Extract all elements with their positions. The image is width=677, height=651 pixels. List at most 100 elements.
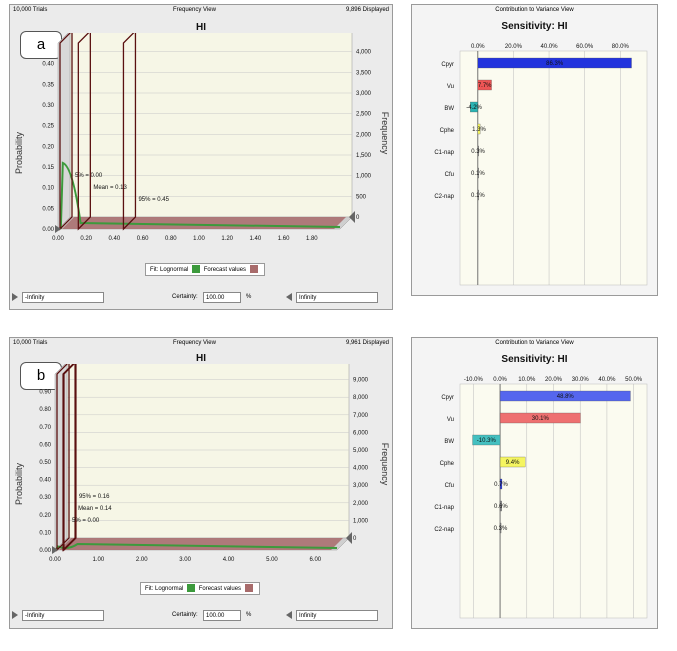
sens-category-label: Cphe — [440, 128, 455, 134]
sensitivity-chart-b: -10.0% 0.0% 10.0% 20.0% 30.0% 40.0% 50.0% Cpyr 4… — [434, 377, 648, 619]
legend-fit-label: Fit: Lognormal — [150, 267, 189, 273]
sens-value-label: 86.3% — [546, 61, 564, 67]
sens-x-tick-label: 40.0% — [598, 377, 616, 383]
y-tick-label: 0.50 — [39, 460, 51, 466]
y-tick-label: 0.00 — [39, 548, 51, 554]
certainty-input[interactable]: 100.00 — [203, 292, 241, 303]
sens-category-label: Vu — [447, 84, 454, 90]
sensitivity-header: Contribution to Variance View — [495, 7, 574, 13]
view-title: Frequency View — [173, 340, 216, 346]
y2-tick-label: 0 — [356, 215, 360, 221]
x-tick-label: 0.00 — [49, 557, 61, 563]
right-grabber-icon[interactable] — [286, 611, 292, 619]
percent-sign: % — [246, 612, 252, 618]
sens-value-label: -4.2% — [466, 105, 482, 111]
x-tick-label: 1.00 — [193, 236, 205, 242]
legend-fit-swatch — [192, 265, 201, 274]
y2-tick-label: 3,500 — [356, 70, 372, 76]
chart-legend: Fit: Lognormal Forecast values — [140, 582, 260, 595]
left-bound-input[interactable]: -Infinity — [22, 292, 104, 303]
sens-x-tick-label: 80.0% — [612, 44, 630, 50]
y2-tick-label: 1,500 — [356, 153, 372, 159]
y-tick-label: 0.15 — [42, 165, 54, 171]
x-tick-label: 0.60 — [137, 236, 149, 242]
y2-tick-label: 500 — [356, 194, 367, 200]
left-grabber-icon[interactable] — [12, 293, 18, 301]
percent-sign: % — [246, 294, 252, 300]
frequency-panel-a: 10,000 Trials Frequency View 9,896 Displ… — [9, 4, 393, 310]
sens-value-label: 1.3% — [472, 127, 486, 133]
sensitivity-chart-a: 0.0% 20.0% 40.0% 60.0% 80.0% Cpyr 86.3% Vu 7.7% B… — [434, 44, 648, 286]
frequency-chart-b: 0.00 0.10 0.20 0.30 0.40 0.50 0.60 0.70 0.80 0.90… — [14, 364, 390, 563]
sens-category-label: C2-nap — [434, 527, 454, 533]
sens-value-label: 0.7% — [494, 482, 508, 488]
sens-value-label: 0.3% — [471, 149, 485, 155]
y2-tick-label: 6,000 — [353, 430, 369, 436]
y-tick-label: 0.10 — [42, 186, 54, 192]
sensitivity-panel-a: Contribution to Variance View Sensitivit… — [411, 4, 658, 296]
y2-tick-label: 1,000 — [356, 174, 372, 180]
x-tick-label: 1.40 — [250, 236, 262, 242]
sens-category-label: C1-nap — [434, 150, 454, 156]
y-tick-label: 0.35 — [42, 82, 54, 88]
legend-forecast-swatch — [244, 584, 253, 593]
sens-value-label: 0.3% — [494, 526, 508, 532]
marker-label: 95% = 0.16 — [79, 494, 110, 500]
sensitivity-title: Sensitivity: HI — [501, 21, 568, 32]
y2-tick-label: 7,000 — [353, 413, 369, 419]
y-tick-label: 0.30 — [42, 103, 54, 109]
y-tick-label: 0.00 — [42, 227, 54, 233]
marker-label: Mean = 0.14 — [78, 506, 112, 512]
x-tick-label: 3.00 — [179, 557, 191, 563]
frequency-chart-a: 0.00 0.05 0.10 0.15 0.20 0.25 0.30 0.35 0.40 0 500… — [14, 33, 390, 242]
certainty-label: Certainty: — [172, 612, 198, 618]
sens-x-tick-label: 60.0% — [576, 44, 594, 50]
sens-x-tick-label: 20.0% — [545, 377, 563, 383]
left-grabber-icon[interactable] — [12, 611, 18, 619]
sens-x-tick-label: 40.0% — [541, 44, 559, 50]
y-axis-title: Probability — [14, 131, 24, 174]
legend-fit-swatch — [187, 584, 196, 593]
sens-value-label: 0.1% — [471, 171, 485, 177]
y2-tick-label: 4,000 — [353, 466, 369, 472]
y-tick-label: 0.10 — [39, 530, 51, 536]
y-tick-label: 0.25 — [42, 124, 54, 130]
right-grabber-icon[interactable] — [286, 293, 292, 301]
y2-tick-label: 3,000 — [356, 91, 372, 97]
y-tick-label: 0.60 — [39, 442, 51, 448]
marker-label: 5% = 0.00 — [75, 173, 103, 179]
sensitivity-title: Sensitivity: HI — [501, 354, 568, 365]
sens-category-label: C2-nap — [434, 194, 454, 200]
certainty-bar: -Infinity Certainty: 100.00 % Infinity — [10, 291, 392, 309]
x-tick-label: 1.00 — [93, 557, 105, 563]
y2-tick-label: 9,000 — [353, 378, 369, 384]
trials-count: 10,000 Trials — [13, 7, 48, 13]
sens-x-tick-label: 0.0% — [471, 44, 485, 50]
sensitivity-header: Contribution to Variance View — [495, 340, 574, 346]
y2-tick-label: 2,000 — [356, 132, 372, 138]
sens-category-label: C1-nap — [434, 505, 454, 511]
frequency-panel-b: 10,000 Trials Frequency View 9,961 Displ… — [9, 337, 393, 629]
y2-tick-label: 0 — [353, 536, 357, 542]
sens-category-label: Cpyr — [441, 395, 454, 401]
right-bound-input[interactable]: Infinity — [296, 292, 378, 303]
y2-tick-label: 8,000 — [353, 395, 369, 401]
sens-category-label: Cpyr — [441, 62, 454, 68]
sens-x-tick-label: 10.0% — [518, 377, 536, 383]
left-bound-input[interactable]: -Infinity — [22, 610, 104, 621]
x-tick-label: 1.20 — [221, 236, 233, 242]
x-tick-label: 4.00 — [223, 557, 235, 563]
x-tick-label: 1.80 — [306, 236, 318, 242]
y-tick-label: 0.80 — [39, 407, 51, 413]
certainty-bar: -Infinity Certainty: 100.00 % Infinity — [10, 609, 392, 627]
sens-x-tick-label: 30.0% — [572, 377, 590, 383]
chart-legend: Fit: Lognormal Forecast values — [145, 263, 265, 276]
sens-category-label: BW — [444, 106, 454, 112]
sens-x-tick-label: 0.0% — [493, 377, 507, 383]
sens-category-label: Vu — [447, 417, 454, 423]
y2-tick-label: 4,000 — [356, 50, 372, 56]
certainty-input[interactable]: 100.00 — [203, 610, 241, 621]
right-bound-input[interactable]: Infinity — [296, 610, 378, 621]
marker-label: 5% = 0.00 — [72, 518, 100, 524]
sens-value-label: 0.1% — [471, 193, 485, 199]
